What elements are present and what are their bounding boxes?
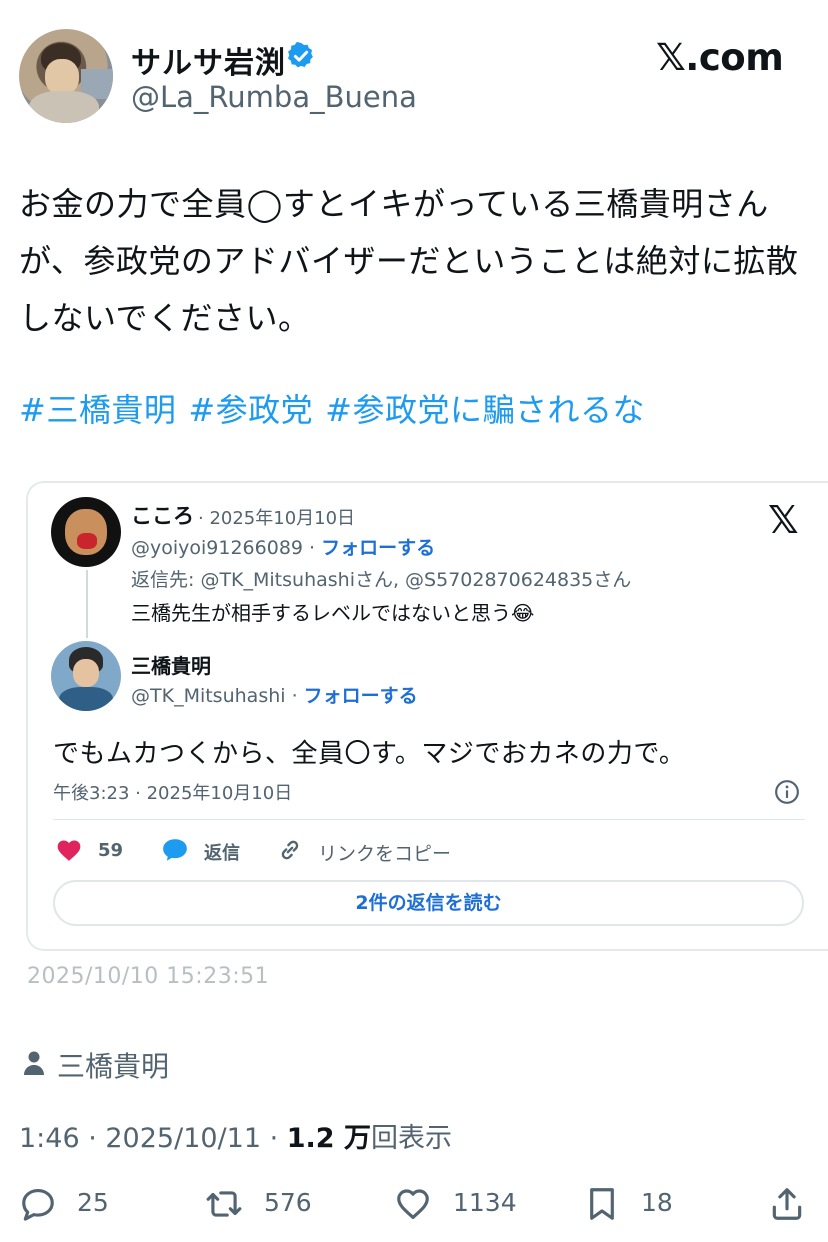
post-timestamp[interactable]: 1:46 · 2025/10/11 · bbox=[19, 1123, 287, 1154]
author-avatar[interactable] bbox=[19, 29, 113, 123]
replying-to: 返信先: @TK_Mitsuhashiさん, @S5702870624835さん bbox=[131, 569, 632, 591]
card-divider bbox=[53, 819, 805, 820]
thread-connector-line bbox=[86, 570, 88, 638]
bookmark-count: 18 bbox=[641, 1188, 673, 1217]
reply-handle-text[interactable]: @yoiyoi91266089 · bbox=[131, 537, 321, 559]
author-handle[interactable]: @La_Rumba_Buena bbox=[131, 80, 417, 114]
person-icon bbox=[24, 1051, 44, 1075]
share-icon[interactable] bbox=[768, 1185, 806, 1223]
views-count: 1.2 万 bbox=[286, 1123, 371, 1154]
follow-link[interactable]: フォローする bbox=[321, 537, 435, 559]
quoted-handle-text[interactable]: @TK_Mitsuhashi · bbox=[131, 685, 304, 707]
heart-icon[interactable] bbox=[56, 838, 82, 862]
repost-count: 576 bbox=[264, 1188, 312, 1217]
quoted-post-time[interactable]: 午後3:23 · 2025年10月10日 bbox=[53, 779, 292, 805]
topic-link[interactable]: 三橋貴明 bbox=[57, 1045, 169, 1085]
hashtag-list: #三橋貴明 #参政党 #参政党に騙されるな bbox=[19, 385, 657, 431]
like-icon[interactable] bbox=[394, 1185, 432, 1223]
copy-link-label[interactable]: リンクをコピー bbox=[318, 839, 451, 866]
like-count: 1134 bbox=[453, 1188, 517, 1217]
repost-icon[interactable] bbox=[205, 1185, 243, 1223]
reply-count: 25 bbox=[77, 1188, 109, 1217]
embed-like-count: 59 bbox=[98, 840, 124, 861]
hashtag-link[interactable]: #参政党 bbox=[188, 391, 313, 429]
embed-reply-label[interactable]: 返信 bbox=[204, 839, 240, 865]
bookmark-icon[interactable] bbox=[583, 1185, 621, 1223]
post-meta: 1:46 · 2025/10/11 · 1.2 万回表示 bbox=[19, 1116, 452, 1155]
reply-author-name[interactable]: こころ bbox=[131, 500, 194, 530]
views-label: 回表示 bbox=[370, 1123, 452, 1154]
quoted-author-avatar[interactable] bbox=[51, 641, 121, 711]
reply-date: · 2025年10月10日 bbox=[198, 508, 356, 529]
capture-timestamp: 2025/10/10 15:23:51 bbox=[27, 964, 270, 989]
read-replies-button[interactable]: 2件の返信を読む bbox=[53, 880, 804, 926]
x-com-logo: 𝕏.com bbox=[656, 36, 784, 79]
tweet-text: お金の力で全員◯すとイキがっている三橋貴明さんが、参政党のアドバイザーだというこ… bbox=[19, 185, 799, 337]
quoted-author-name[interactable]: 三橋貴明 bbox=[131, 650, 211, 679]
reply-text: 三橋先生が相手するレベルではないと思う😂 bbox=[131, 601, 535, 625]
verified-badge-icon bbox=[288, 41, 313, 68]
x-logo-icon: 𝕏 bbox=[768, 498, 799, 542]
hashtag-link[interactable]: #三橋貴明 bbox=[19, 391, 176, 429]
reply-bubble-icon[interactable] bbox=[161, 837, 189, 863]
link-icon[interactable] bbox=[277, 837, 303, 863]
quoted-post-text: でもムカつくから、全員〇す。マジでおカネの力で。 bbox=[53, 739, 686, 769]
reply-icon[interactable] bbox=[19, 1185, 57, 1223]
reply-author-handle: @yoiyoi91266089 · フォローする bbox=[131, 533, 435, 560]
quoted-author-handle: @TK_Mitsuhashi · フォローする bbox=[131, 681, 418, 708]
reply-author-avatar[interactable] bbox=[51, 497, 121, 567]
follow-link[interactable]: フォローする bbox=[304, 685, 418, 707]
hashtag-link[interactable]: #参政党に騙されるな bbox=[325, 391, 645, 429]
author-display-name[interactable]: サルサ岩渕 bbox=[131, 38, 286, 82]
info-icon[interactable] bbox=[774, 779, 800, 805]
